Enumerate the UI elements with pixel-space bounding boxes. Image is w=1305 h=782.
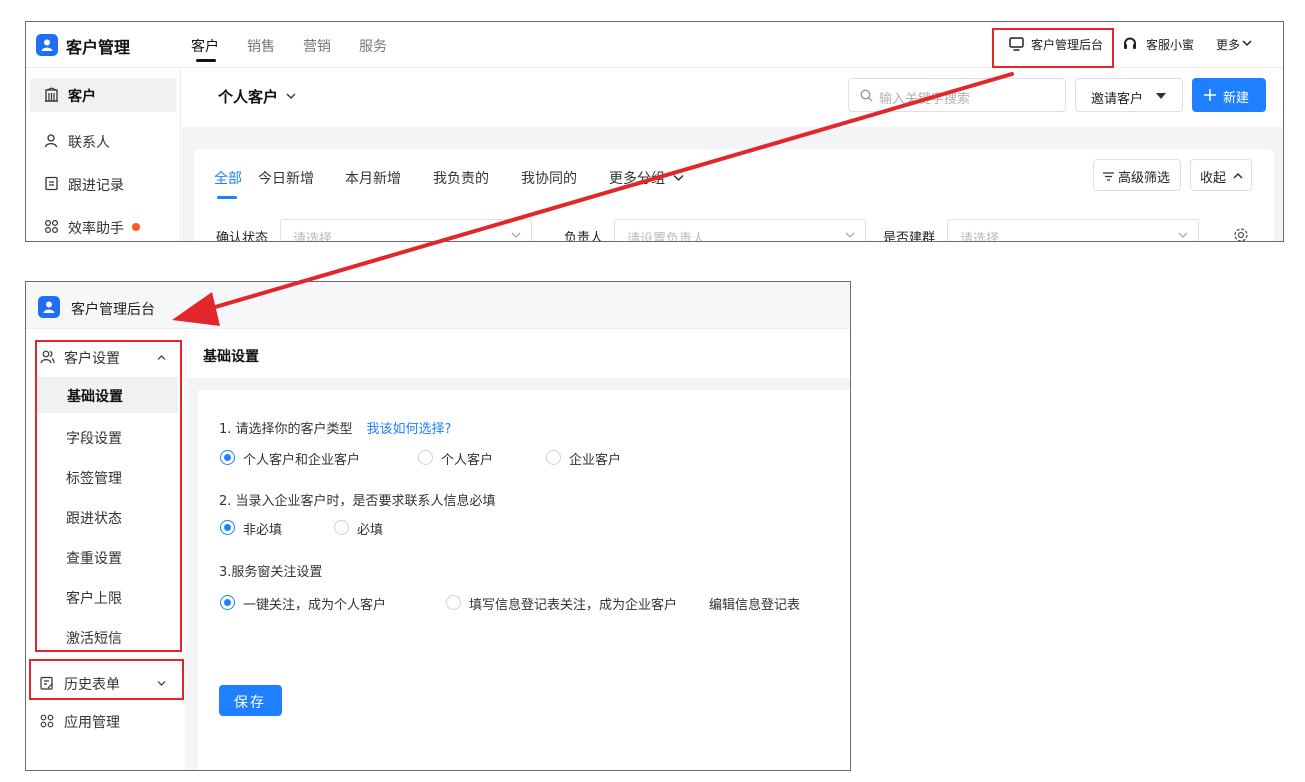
red-arrow-annotation — [172, 72, 1014, 326]
